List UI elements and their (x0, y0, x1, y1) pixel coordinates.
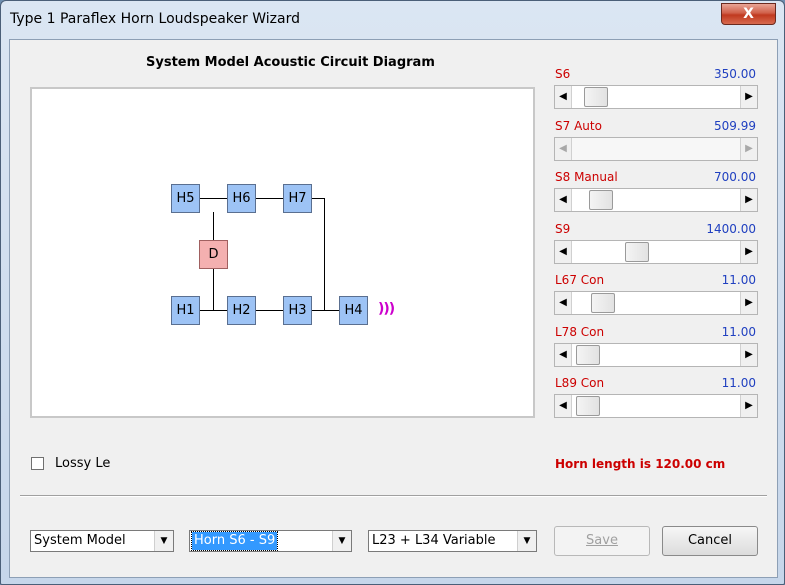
scroll-thumb[interactable] (591, 293, 615, 313)
separator (20, 495, 767, 497)
wire-h5-h6 (199, 198, 227, 199)
horn-select-value: Horn S6 - S9 (190, 531, 279, 551)
param-value: 350.00 (714, 67, 756, 81)
length-select-value: L23 + L34 Variable (372, 533, 496, 548)
scroll-left-arrow-icon[interactable]: ◀ (555, 395, 572, 417)
node-h3: H3 (283, 296, 312, 325)
lossy-le-checkbox[interactable] (31, 457, 44, 470)
wire-d-h1 (213, 267, 214, 310)
param-scrollbar: ◀ ▶ (554, 137, 758, 161)
wizard-window: Type 1 Paraflex Horn Loudspeaker Wizard … (0, 0, 785, 585)
node-h7: H7 (283, 184, 312, 213)
scroll-right-arrow-icon[interactable]: ▶ (740, 241, 757, 263)
param-scrollbar[interactable]: ◀ ▶ (554, 240, 758, 264)
scroll-left-arrow-icon[interactable]: ◀ (555, 344, 572, 366)
diagram-title: System Model Acoustic Circuit Diagram (146, 55, 435, 70)
scroll-left-arrow-icon[interactable]: ◀ (555, 241, 572, 263)
scroll-thumb[interactable] (576, 396, 600, 416)
horn-length-status: Horn length is 120.00 cm (555, 457, 726, 471)
node-driver: D (199, 240, 228, 269)
scroll-thumb[interactable] (589, 190, 613, 210)
cancel-button[interactable]: Cancel (662, 526, 758, 556)
chevron-down-icon[interactable]: ▼ (517, 531, 536, 551)
scroll-right-arrow-icon: ▶ (740, 138, 757, 160)
chevron-down-icon[interactable]: ▼ (332, 531, 351, 551)
scroll-left-arrow-icon: ◀ (555, 138, 572, 160)
model-select[interactable]: System Model ▼ (30, 530, 174, 552)
chevron-down-icon[interactable]: ▼ (154, 531, 173, 551)
scroll-thumb[interactable] (625, 242, 649, 262)
param-scrollbar[interactable]: ◀ ▶ (554, 291, 758, 315)
scroll-left-arrow-icon[interactable]: ◀ (555, 292, 572, 314)
node-h6: H6 (227, 184, 256, 213)
length-select[interactable]: L23 + L34 Variable ▼ (368, 530, 537, 552)
node-h1: H1 (171, 296, 200, 325)
param-scrollbar[interactable]: ◀ ▶ (554, 343, 758, 367)
param-label: L67 Con (555, 273, 605, 287)
lossy-le-label[interactable]: Lossy Le (55, 456, 110, 471)
acoustic-circuit-diagram: H5 H6 H7 D H1 H2 H3 H4 ))) (30, 87, 535, 418)
scroll-thumb[interactable] (576, 345, 600, 365)
node-h5: H5 (171, 184, 200, 213)
param-value: 700.00 (714, 170, 756, 184)
wire-h7-right (311, 198, 325, 199)
param-label: S7 Auto (555, 119, 602, 133)
scroll-right-arrow-icon[interactable]: ▶ (740, 189, 757, 211)
param-value: 11.00 (721, 325, 756, 339)
scroll-right-arrow-icon[interactable]: ▶ (740, 344, 757, 366)
model-select-value: System Model (34, 533, 126, 548)
close-button[interactable]: X (721, 3, 776, 25)
wire-right-vertical (324, 198, 325, 310)
save-button[interactable]: Save (554, 526, 650, 556)
param-label: L78 Con (555, 325, 605, 339)
param-value: 1400.00 (706, 222, 756, 236)
dialog-client-area: System Model Acoustic Circuit Diagram H5… (9, 39, 778, 578)
close-icon: X (743, 6, 754, 22)
scroll-thumb[interactable] (584, 87, 608, 107)
param-scrollbar[interactable]: ◀ ▶ (554, 85, 758, 109)
sound-waves-icon: ))) (378, 301, 395, 317)
title-bar[interactable]: Type 1 Paraflex Horn Loudspeaker Wizard … (1, 1, 784, 39)
wire-h2-h3 (255, 310, 283, 311)
scroll-right-arrow-icon[interactable]: ▶ (740, 86, 757, 108)
param-label: S8 Manual (555, 170, 618, 184)
wire-h3-h4 (311, 310, 339, 311)
node-h2: H2 (227, 296, 256, 325)
node-h4: H4 (339, 296, 368, 325)
horn-select[interactable]: Horn S6 - S9 ▼ (189, 530, 352, 552)
wire-h6-h7 (255, 198, 283, 199)
window-title: Type 1 Paraflex Horn Loudspeaker Wizard (10, 11, 300, 27)
scroll-right-arrow-icon[interactable]: ▶ (740, 292, 757, 314)
param-value: 11.00 (721, 376, 756, 390)
wire-h1-h2 (199, 310, 227, 311)
param-label: S6 (555, 67, 571, 81)
param-value: 509.99 (714, 119, 756, 133)
param-scrollbar[interactable]: ◀ ▶ (554, 188, 758, 212)
param-label: L89 Con (555, 376, 605, 390)
param-value: 11.00 (721, 273, 756, 287)
scroll-right-arrow-icon[interactable]: ▶ (740, 395, 757, 417)
scroll-left-arrow-icon[interactable]: ◀ (555, 86, 572, 108)
param-scrollbar[interactable]: ◀ ▶ (554, 394, 758, 418)
param-label: S9 (555, 222, 571, 236)
wire-left-vertical (213, 212, 214, 240)
scroll-left-arrow-icon[interactable]: ◀ (555, 189, 572, 211)
